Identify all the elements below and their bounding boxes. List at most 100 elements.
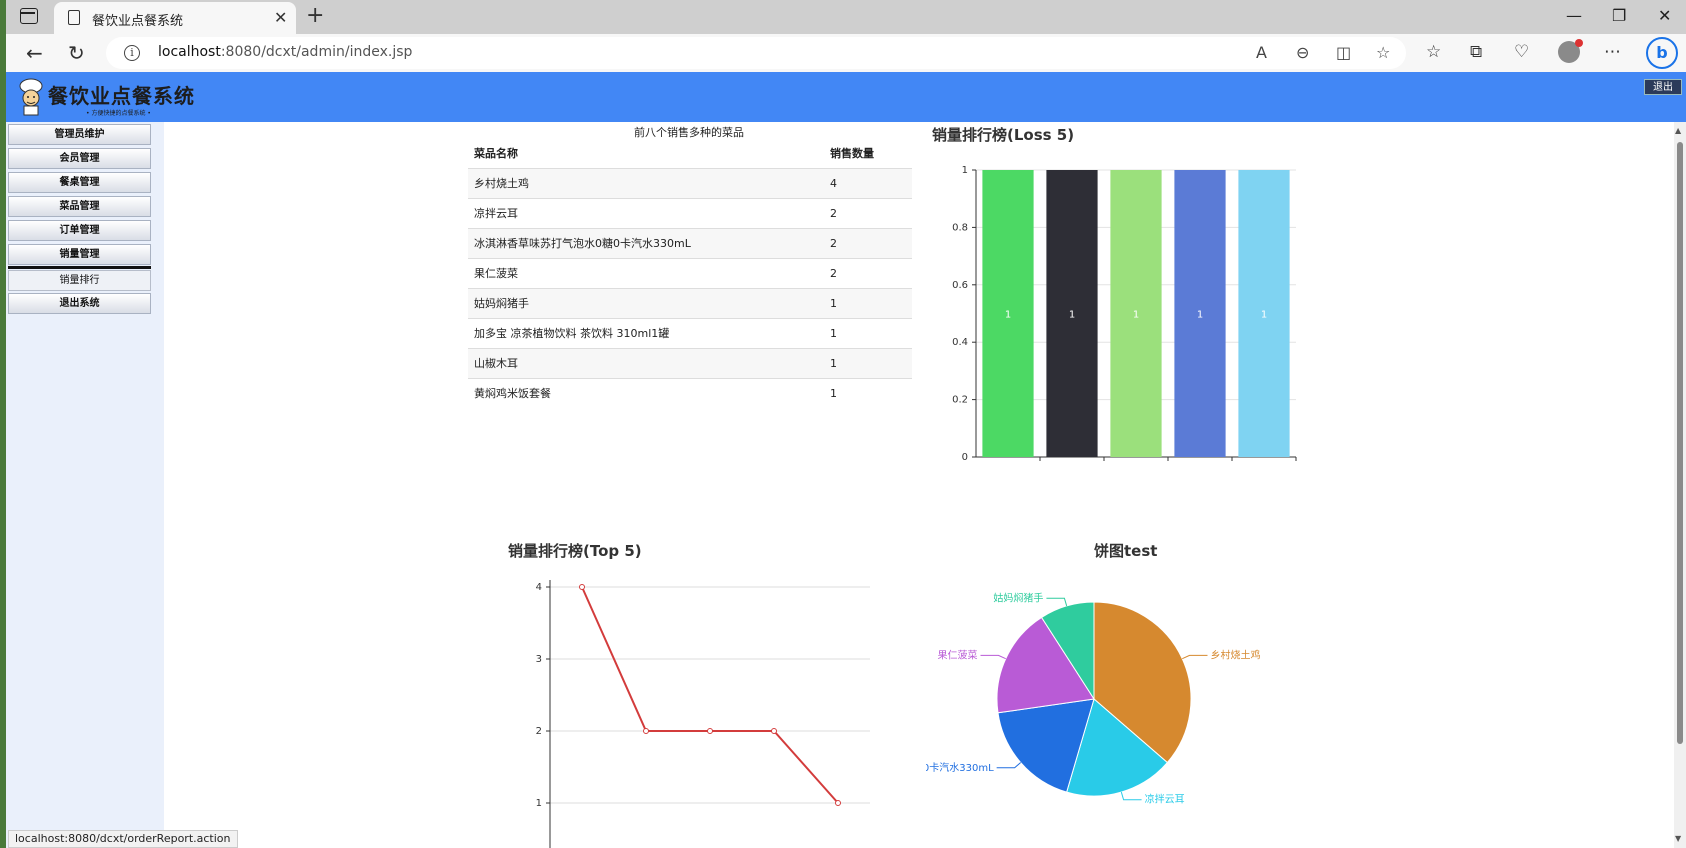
bar-data-label: 1: [1069, 310, 1075, 321]
table-row: 加多宝 凉茶植物饮料 茶饮料 310ml1罐 1: [468, 317, 912, 348]
refresh-icon[interactable]: ↻: [68, 41, 85, 65]
line-chart-title: 销量排行榜(Top 5): [508, 542, 642, 560]
table-row: 凉拌云耳 2: [468, 197, 912, 228]
bar-data-label: 1: [1133, 310, 1139, 321]
profile-avatar[interactable]: [1558, 39, 1583, 63]
scroll-down-icon[interactable]: ▼: [1675, 834, 1681, 843]
dish-name-cell: 果仁菠菜: [468, 257, 824, 288]
site-title: 餐饮业点餐系统: [48, 84, 195, 108]
sidebar-item-admin[interactable]: 管理员维护: [8, 124, 151, 145]
sales-count-cell: 1: [824, 377, 912, 408]
copilot-icon[interactable]: b: [1646, 37, 1678, 69]
line-point: [643, 728, 649, 734]
table-row: 乡村烧土鸡 4: [468, 167, 912, 198]
status-bar-url: localhost:8080/dcxt/orderReport.action: [8, 830, 238, 848]
sidebar-item-exit[interactable]: 退出系统: [8, 293, 151, 314]
sidebar-item-dishes[interactable]: 菜品管理: [8, 196, 151, 217]
series-line: [581, 586, 839, 804]
favorite-star-icon[interactable]: ☆: [1376, 43, 1390, 62]
tab-strip: 餐饮业点餐系统 ✕ + — ❐ ✕: [6, 0, 1686, 34]
table-row: 冰淇淋香草味苏打气泡水0糖0卡汽水330mL 2: [468, 227, 912, 258]
pie-label: 姑妈焖猪手: [993, 591, 1043, 604]
back-icon[interactable]: ←: [26, 41, 43, 65]
sidebar-item-tables[interactable]: 餐桌管理: [8, 172, 151, 193]
site-info-icon[interactable]: i: [124, 45, 140, 61]
browser-window: 餐饮业点餐系统 ✕ + — ❐ ✕ ← ↻ i localhost:8080/d…: [0, 0, 1686, 848]
page-icon: [68, 10, 80, 25]
column-header: 菜品名称: [474, 146, 518, 160]
line-point: [579, 584, 585, 590]
sidebar-item-members[interactable]: 会员管理: [8, 148, 151, 169]
close-tab-icon[interactable]: ✕: [274, 8, 287, 27]
vertical-scrollbar[interactable]: ▲ ▼: [1674, 122, 1686, 848]
y-tick-label: 0.4: [952, 337, 968, 348]
pie-label: 凉拌云耳: [1145, 793, 1185, 806]
pie-label-line: [1120, 791, 1142, 801]
scrollbar-thumb[interactable]: [1677, 142, 1683, 744]
minimize-icon[interactable]: —: [1566, 6, 1582, 25]
scroll-up-icon[interactable]: ▲: [1675, 126, 1681, 135]
y-tick-label: 0: [962, 452, 968, 463]
sales-count-cell: 2: [824, 227, 912, 258]
column-header: 销售数量: [830, 146, 874, 160]
collections-icon[interactable]: ⧉: [1470, 42, 1482, 62]
sales-count-cell: 1: [824, 347, 912, 378]
y-tick-label: 0.6: [952, 280, 968, 291]
table-row: 黄焖鸡米饭套餐 1: [468, 377, 912, 408]
sidebar-subitem-sales-rank[interactable]: 销量排行: [8, 270, 151, 291]
line-chart: 1 2 3 4: [536, 580, 870, 848]
y-tick-label: 0.8: [952, 222, 968, 233]
dish-name-cell: 乡村烧土鸡: [468, 167, 824, 198]
address-bar[interactable]: i localhost:8080/dcxt/admin/index.jsp A …: [106, 37, 1406, 69]
restore-icon[interactable]: ❐: [1612, 6, 1626, 25]
dish-name-cell: 冰淇淋香草味苏打气泡水0糖0卡汽水330mL: [468, 227, 824, 258]
sales-count-cell: 2: [824, 257, 912, 288]
pie-label-line: [980, 654, 1006, 660]
pie-chart: 乡村烧土鸡凉拌云耳 0卡汽水330mL 果仁菠菜 姑妈焖猪手: [926, 591, 1261, 806]
pie-label: 0卡汽水330mL: [926, 761, 994, 774]
pie-chart-title: 饼图test: [1094, 542, 1158, 560]
tab-actions-icon[interactable]: [20, 8, 38, 24]
line-point: [835, 800, 841, 806]
more-menu-icon[interactable]: ⋯: [1604, 42, 1621, 62]
read-aloud-icon[interactable]: A: [1256, 43, 1267, 62]
sales-count-cell: 1: [824, 317, 912, 348]
line-point: [707, 728, 713, 734]
sidebar-item-sales[interactable]: 销量管理: [8, 244, 151, 265]
chef-logo-icon: [19, 78, 43, 116]
pie-label-line: [1182, 654, 1208, 660]
y-tick-label: 2: [536, 726, 542, 737]
pie-label: 乡村烧土鸡: [1211, 648, 1261, 661]
sales-count-cell: 2: [824, 197, 912, 228]
dish-name-cell: 黄焖鸡米饭套餐: [468, 377, 824, 408]
zoom-out-icon[interactable]: ⊖: [1296, 43, 1309, 62]
dish-name-cell: 山椒木耳: [468, 347, 824, 378]
bar-data-label: 1: [1197, 310, 1203, 321]
y-tick-label: 4: [536, 582, 542, 593]
sidebar-item-orders[interactable]: 订单管理: [8, 220, 151, 241]
bar-data-label: 1: [1005, 310, 1011, 321]
browser-essentials-icon[interactable]: ♡: [1514, 42, 1529, 62]
dish-name-cell: 姑妈焖猪手: [468, 287, 824, 318]
logout-button[interactable]: 退出: [1644, 79, 1682, 95]
tab-title: 餐饮业点餐系统: [92, 14, 184, 29]
favorites-icon[interactable]: ☆: [1426, 42, 1441, 62]
bar-chart: 0 0.2 0.4 0.6 0.8 1 1 1 1 1 1: [952, 165, 1297, 463]
sidebar: 管理员维护 会员管理 餐桌管理 菜品管理 订单管理 销量管理 销量排行 退出系统: [6, 122, 164, 848]
bar-data-label: 1: [1261, 310, 1267, 321]
y-tick-label: 1: [962, 165, 968, 176]
table-header-row: 菜品名称 销售数量: [468, 138, 912, 168]
table-row: 果仁菠菜 2: [468, 257, 912, 288]
browser-toolbar: ← ↻ i localhost:8080/dcxt/admin/index.js…: [6, 34, 1686, 72]
close-window-icon[interactable]: ✕: [1658, 6, 1671, 25]
split-screen-icon[interactable]: ◫: [1336, 43, 1351, 62]
sales-count-cell: 1: [824, 287, 912, 318]
new-tab-icon[interactable]: +: [306, 3, 324, 28]
browser-tab[interactable]: 餐饮业点餐系统 ✕: [54, 2, 296, 34]
table-row: 山椒木耳 1: [468, 347, 912, 378]
app-header: 餐饮业点餐系统 • 方便快捷的点餐系统 • 退出: [6, 72, 1686, 122]
y-tick-label: 3: [536, 654, 542, 665]
table-row: 姑妈焖猪手 1: [468, 287, 912, 318]
dish-name-cell: 凉拌云耳: [468, 197, 824, 228]
y-tick-label: 1: [536, 798, 542, 809]
